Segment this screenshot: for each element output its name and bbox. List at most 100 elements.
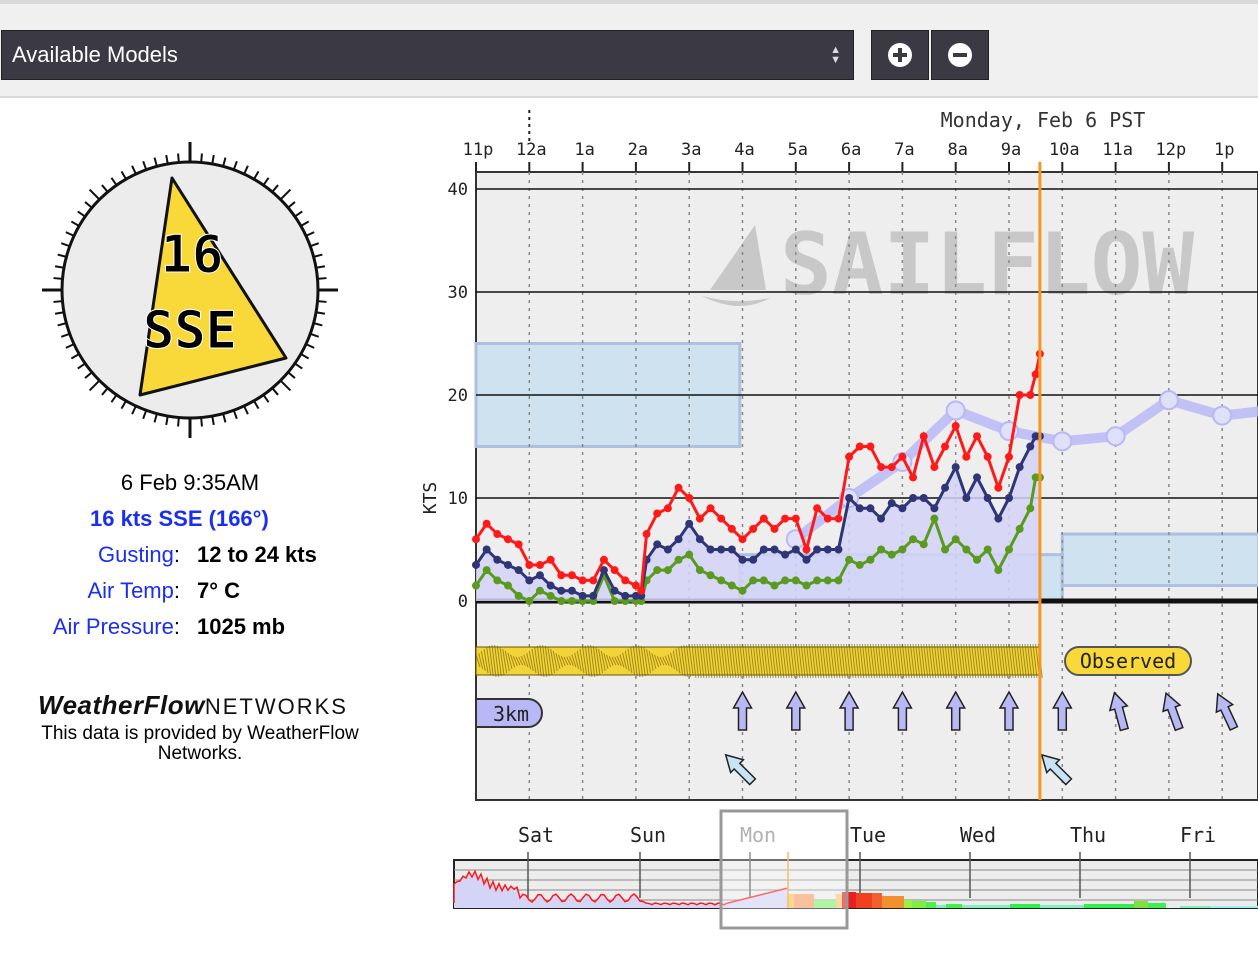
- lull-point: [557, 597, 566, 605]
- average-point: [930, 504, 939, 513]
- lull-point: [674, 555, 683, 564]
- gust-point: [685, 494, 694, 502]
- plus-circle-icon: [888, 43, 912, 67]
- gust-point: [930, 463, 939, 472]
- lull-point: [1005, 545, 1013, 554]
- average-point: [855, 504, 864, 513]
- average-point: [749, 555, 758, 564]
- gust-point: [599, 555, 608, 564]
- gust-point: [546, 555, 555, 564]
- lull-point: [472, 581, 480, 590]
- lull-point: [1026, 504, 1035, 513]
- gust-point: [813, 504, 822, 513]
- overview-day-label: Sun: [630, 823, 666, 847]
- compass-tick: [88, 188, 101, 201]
- gust-point: [637, 586, 646, 595]
- lull-point: [898, 545, 907, 554]
- compass-tick: [279, 188, 292, 201]
- gust-point: [663, 504, 672, 513]
- gust-point: [674, 483, 683, 492]
- average-point: [919, 494, 928, 502]
- lull-point: [493, 576, 502, 585]
- x-tick-label: 6a: [841, 140, 861, 160]
- select-arrows-icon: ▲ ▼: [830, 44, 841, 66]
- average-point: [813, 545, 822, 554]
- gust-point: [983, 452, 992, 461]
- average-point: [503, 560, 512, 569]
- gust-point: [738, 535, 747, 544]
- gust-point: [941, 442, 950, 451]
- gust-point: [621, 576, 630, 585]
- lull-point: [962, 545, 971, 554]
- gust-point: [973, 432, 982, 441]
- lull-point: [717, 576, 726, 585]
- gust-point: [781, 514, 790, 523]
- x-tick-label: 12a: [516, 140, 547, 160]
- gust-point: [791, 514, 800, 523]
- gust-point: [589, 576, 598, 585]
- overview-day-label: Sat: [518, 823, 554, 847]
- zoom-in-button[interactable]: [871, 30, 929, 80]
- gust-point: [525, 560, 534, 569]
- lull-point: [535, 586, 544, 595]
- average-point: [557, 586, 566, 595]
- gust-point: [610, 566, 619, 575]
- average-point: [802, 555, 811, 564]
- zoom-out-button[interactable]: [931, 30, 989, 80]
- lull-point: [525, 597, 534, 605]
- gust-point: [845, 452, 854, 461]
- lull-point: [781, 576, 790, 585]
- overview-forecast-bar: [946, 904, 962, 908]
- toolbar: Available Models ▲ ▼: [0, 0, 1258, 98]
- overview-strip[interactable]: Sat Sun Mon Tue Wed Thu Fri: [453, 809, 1258, 930]
- overview-day-label: Wed: [960, 823, 996, 847]
- lull-point: [930, 514, 939, 523]
- average-point: [887, 499, 896, 508]
- average-point: [621, 591, 630, 600]
- gust-point: [482, 519, 491, 528]
- model-point: [1158, 390, 1179, 411]
- model-point: [1105, 426, 1126, 447]
- average-point: [1005, 494, 1013, 502]
- average-point: [823, 545, 832, 554]
- provider-credit: This data is provided by WeatherFlow Net…: [41, 723, 359, 764]
- gust-point: [802, 545, 811, 554]
- lull-point: [866, 555, 875, 564]
- average-point: [482, 545, 491, 554]
- gust-point: [898, 452, 907, 461]
- average-point: [567, 586, 576, 595]
- x-tick-label: 1a: [574, 140, 594, 160]
- average-point: [770, 545, 779, 554]
- average-point: [589, 591, 598, 600]
- average-point: [493, 555, 502, 564]
- model-3km-label: 3km: [475, 698, 543, 728]
- overview-day-label: Thu: [1070, 823, 1106, 847]
- lull-point: [706, 571, 715, 580]
- lull-point: [1015, 524, 1024, 533]
- x-tick-label: 11p: [463, 140, 494, 160]
- overview-forecast-bar: [926, 902, 936, 908]
- gust-point: [770, 524, 779, 533]
- model-select[interactable]: Available Models ▲ ▼: [1, 30, 854, 80]
- gust-point: [962, 452, 971, 461]
- gust-point: [503, 535, 512, 544]
- overview-selection-window: [719, 809, 849, 930]
- average-point: [791, 545, 800, 554]
- wind-chart[interactable]: Monday, Feb 6 PST SAILFLOW 11p 12a 1a 2a 3a 4…: [410, 100, 1258, 960]
- average-point: [909, 494, 918, 502]
- lull-point: [834, 576, 843, 585]
- overview-forecast-bar: [1210, 906, 1258, 908]
- lull-point: [941, 545, 950, 554]
- gust-point: [535, 560, 544, 569]
- gust-point: [1005, 452, 1013, 461]
- gust-point: [493, 530, 502, 539]
- wind-compass: 16 SSE: [42, 142, 338, 438]
- weatherflow-logo[interactable]: WeatherFlowNETWORKS: [38, 690, 348, 721]
- average-point: [738, 555, 747, 564]
- lull-point: [845, 555, 854, 564]
- lull-point: [951, 535, 960, 544]
- y-axis-ticks: 0 10 20 30 40: [448, 180, 468, 612]
- lull-point: [514, 591, 523, 600]
- overview-forecast-bar: [912, 901, 926, 908]
- logo-sub: NETWORKS: [204, 694, 348, 719]
